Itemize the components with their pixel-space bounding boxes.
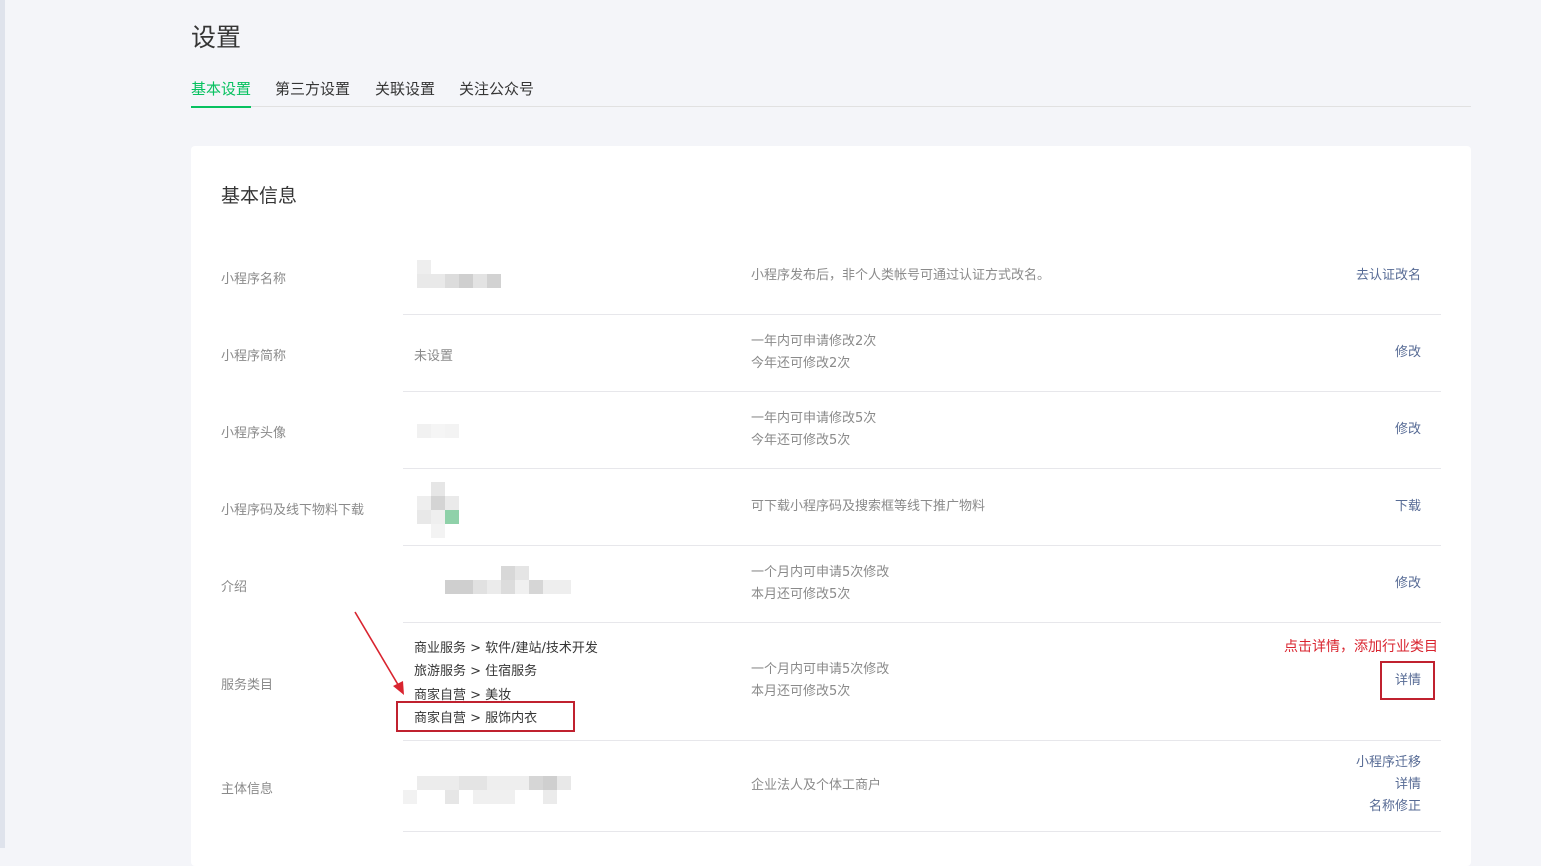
annotation-arrow-icon	[354, 611, 404, 695]
